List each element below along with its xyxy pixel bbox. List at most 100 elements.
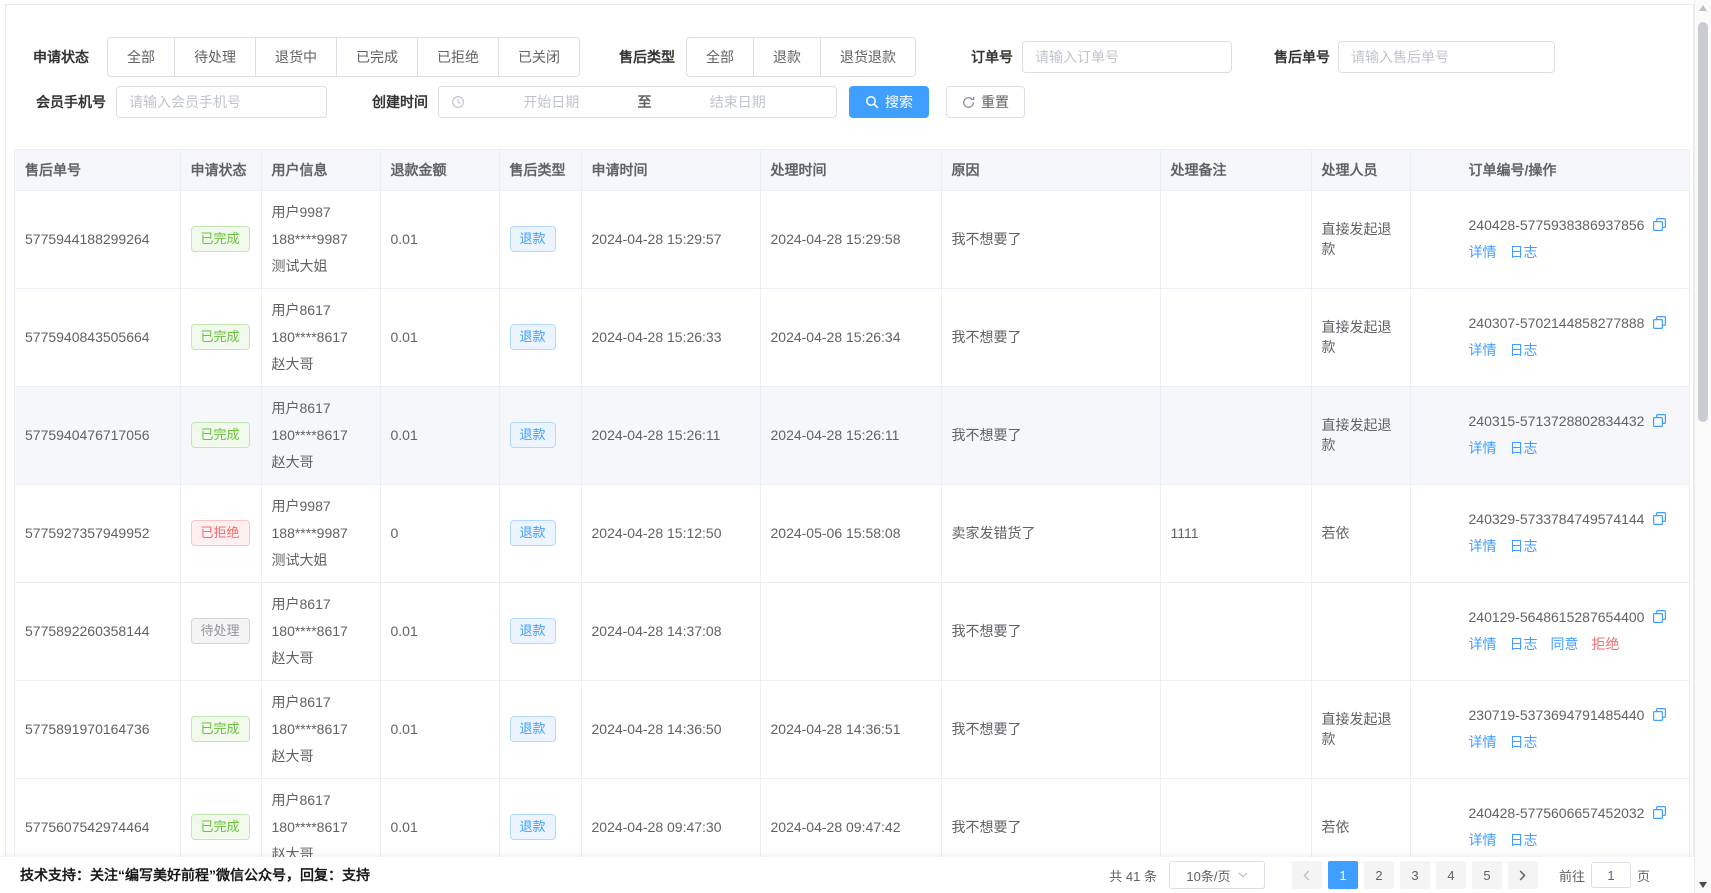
type-filter-option[interactable]: 全部 [686,37,754,77]
status-filter-option[interactable]: 已拒绝 [418,37,499,77]
goto-suffix: 页 [1637,866,1650,885]
table-row: 5775892260358144待处理用户8617180****8617赵大哥0… [15,582,1689,680]
start-date-placeholder[interactable]: 开始日期 [465,92,638,112]
support-text: 技术支持：关注“编写美好前程”微信公众号，回复：支持 [20,865,370,885]
page-button-5[interactable]: 5 [1472,861,1502,889]
reason-cell: 我不想要了 [941,582,1160,680]
order-number: 240315-5713728802834432 [1469,413,1645,429]
status-filter-option[interactable]: 已完成 [337,37,418,77]
action-link-log[interactable]: 日志 [1510,538,1538,554]
row-actions: 详情日志同意拒绝 [1469,634,1679,654]
action-link-log[interactable]: 日志 [1510,734,1538,750]
row-actions: 详情日志 [1469,438,1679,458]
status-filter-option[interactable]: 全部 [107,37,175,77]
goto-page-input[interactable] [1591,862,1631,888]
type-filter-option[interactable]: 退货退款 [821,37,916,77]
copy-icon[interactable] [1652,217,1667,232]
action-link-detail[interactable]: 详情 [1469,538,1497,554]
remark-cell: 1111 [1160,484,1311,582]
type-badge: 退款 [510,814,556,840]
user-info-line: 赵大哥 [272,449,370,476]
created-date-range-picker[interactable]: 开始日期 至 结束日期 [438,86,837,118]
copy-icon[interactable] [1652,609,1667,624]
aftersale-no-input[interactable] [1338,41,1555,73]
action-link-detail[interactable]: 详情 [1469,244,1497,260]
clock-icon [451,95,465,109]
type-badge: 退款 [510,226,556,252]
pagination: 共 41 条 10条/页 12345 [1109,861,1650,889]
order-cell: 240329-5733784749574144详情日志 [1410,484,1689,582]
order-cell: 240428-5775938386937856 详情日志 [1410,190,1689,288]
end-date-placeholder[interactable]: 结束日期 [652,92,825,112]
amount-cell: 0.01 [380,386,499,484]
user-info-line: 用户8617 [272,689,370,716]
copy-icon[interactable] [1652,413,1667,428]
apply-time-cell: 2024-04-28 15:26:33 [581,288,760,386]
page-button-4[interactable]: 4 [1436,861,1466,889]
copy-icon[interactable] [1652,805,1667,820]
user-info-line: 用户8617 [272,591,370,618]
status-cell: 已完成 [180,778,261,860]
status-cell: 已完成 [180,288,261,386]
type-cell: 退款 [499,190,581,288]
user-cell: 用户8617180****8617赵大哥 [261,288,380,386]
row-actions: 详情日志 [1469,732,1679,752]
action-link-log[interactable]: 日志 [1510,440,1538,456]
next-page-button[interactable] [1508,861,1538,889]
action-link-detail[interactable]: 详情 [1469,734,1497,750]
scrollbar-up-arrow-icon[interactable] [1699,5,1707,11]
copy-icon[interactable] [1652,315,1667,330]
refresh-icon [962,96,975,109]
prev-page-button[interactable] [1292,861,1322,889]
amount-cell: 0.01 [380,582,499,680]
reason-cell: 我不想要了 [941,778,1160,860]
scrollbar-down-arrow-icon[interactable] [1699,882,1707,888]
reset-button[interactable]: 重置 [946,86,1025,118]
status-filter-option[interactable]: 待处理 [175,37,256,77]
phone-input[interactable] [116,86,327,118]
aftersale-no-label: 售后单号 [1274,47,1330,67]
page-button-1[interactable]: 1 [1328,861,1358,889]
status-filter-option[interactable]: 已关闭 [499,37,580,77]
amount-cell: 0.01 [380,190,499,288]
page-size-select[interactable]: 10条/页 [1169,861,1265,889]
status-badge: 待处理 [191,618,250,644]
type-cell: 退款 [499,288,581,386]
user-info-line: 测试大姐 [272,547,370,574]
user-info-line: 用户9987 [272,199,370,226]
apply-time-cell: 2024-04-28 14:37:08 [581,582,760,680]
action-link-log[interactable]: 日志 [1510,636,1538,652]
copy-icon[interactable] [1652,707,1667,722]
remark-cell [1160,582,1311,680]
user-info-line: 测试大姐 [272,253,370,280]
aftersale-id-cell: 5775891970164736 [15,680,180,778]
handle-time-cell: 2024-05-06 15:58:08 [760,484,941,582]
status-filter-option[interactable]: 退货中 [256,37,337,77]
apply-time-cell: 2024-04-28 15:29:57 [581,190,760,288]
action-link-detail[interactable]: 详情 [1469,440,1497,456]
search-button[interactable]: 搜索 [849,86,929,118]
apply-time-cell: 2024-04-28 09:47:30 [581,778,760,860]
copy-icon[interactable] [1652,511,1667,526]
order-number-row: 230719-5373694791485440 [1469,707,1679,723]
action-link-detail[interactable]: 详情 [1469,342,1497,358]
type-filter-option[interactable]: 退款 [754,37,821,77]
order-no-label: 订单号 [971,47,1013,67]
order-no-input[interactable] [1022,41,1232,73]
action-link-log[interactable]: 日志 [1510,244,1538,260]
action-link-log[interactable]: 日志 [1510,342,1538,358]
page-scrollbar[interactable] [1694,0,1711,893]
scrollbar-thumb[interactable] [1698,22,1708,422]
page-button-3[interactable]: 3 [1400,861,1430,889]
user-info-line: 赵大哥 [272,351,370,378]
action-link-approve[interactable]: 同意 [1551,636,1579,652]
action-link-log[interactable]: 日志 [1510,832,1538,848]
handle-time-cell: 2024-04-28 15:26:34 [760,288,941,386]
action-link-detail[interactable]: 详情 [1469,636,1497,652]
row-actions: 详情日志 [1469,536,1679,556]
page-button-2[interactable]: 2 [1364,861,1394,889]
action-link-detail[interactable]: 详情 [1469,832,1497,848]
action-link-reject[interactable]: 拒绝 [1592,636,1620,652]
handler-cell: 直接发起退款 [1311,190,1410,288]
order-number: 240428-5775938386937856 [1469,217,1645,233]
